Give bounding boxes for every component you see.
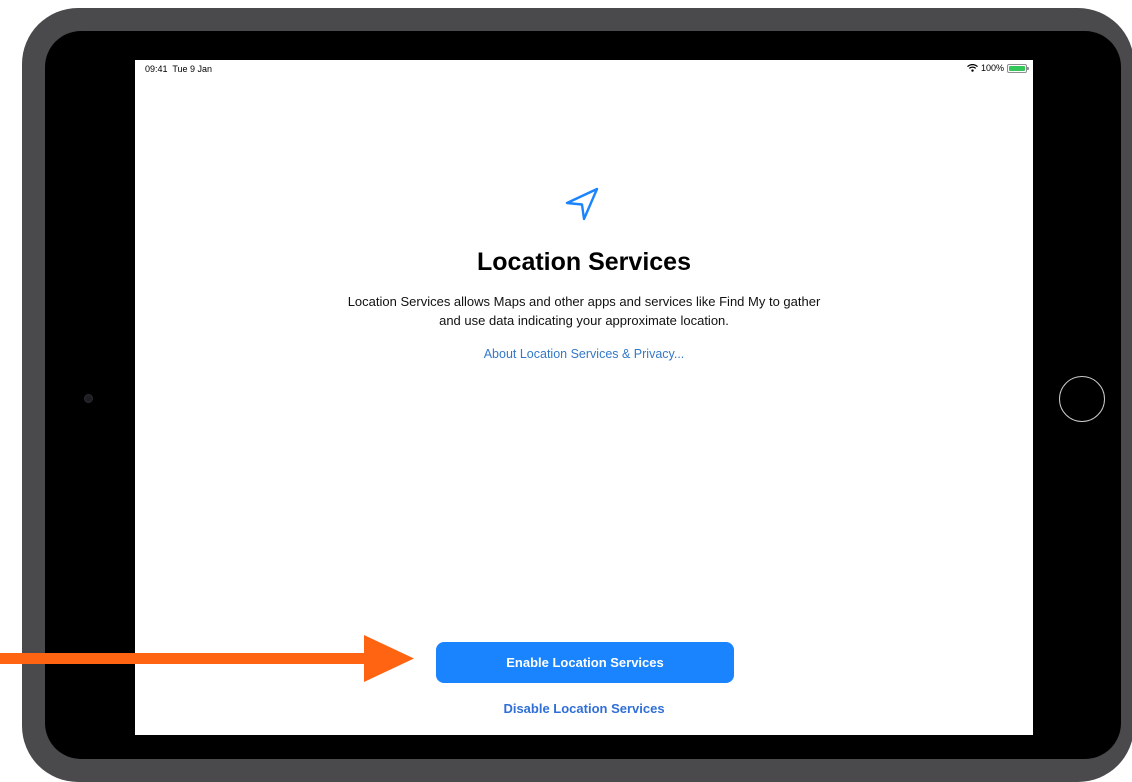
enable-location-services-button[interactable]: Enable Location Services xyxy=(436,642,734,683)
location-arrow-icon xyxy=(564,186,602,222)
battery-icon xyxy=(1007,63,1029,73)
disable-location-services-button[interactable]: Disable Location Services xyxy=(135,701,1033,716)
page-title: Location Services xyxy=(477,248,691,276)
wifi-icon xyxy=(967,64,978,72)
front-camera xyxy=(84,394,93,403)
status-time: 09:41 Tue 9 Jan xyxy=(145,64,212,74)
status-indicators: 100% xyxy=(967,63,1029,73)
annotation-arrow-icon xyxy=(0,635,414,682)
description-line-1: Location Services allows Maps and other … xyxy=(347,294,821,309)
description-line-2: and use data indicating your approximate… xyxy=(439,313,729,328)
description: Location Services allows Maps and other … xyxy=(284,292,884,330)
battery-fill xyxy=(1009,65,1025,71)
about-location-privacy-link[interactable]: About Location Services & Privacy... xyxy=(135,347,1033,361)
battery-percentage: 100% xyxy=(980,63,1004,73)
status-date: Tue 9 Jan xyxy=(172,64,213,74)
status-clock: 09:41 xyxy=(145,64,168,74)
home-button[interactable] xyxy=(1059,376,1105,422)
